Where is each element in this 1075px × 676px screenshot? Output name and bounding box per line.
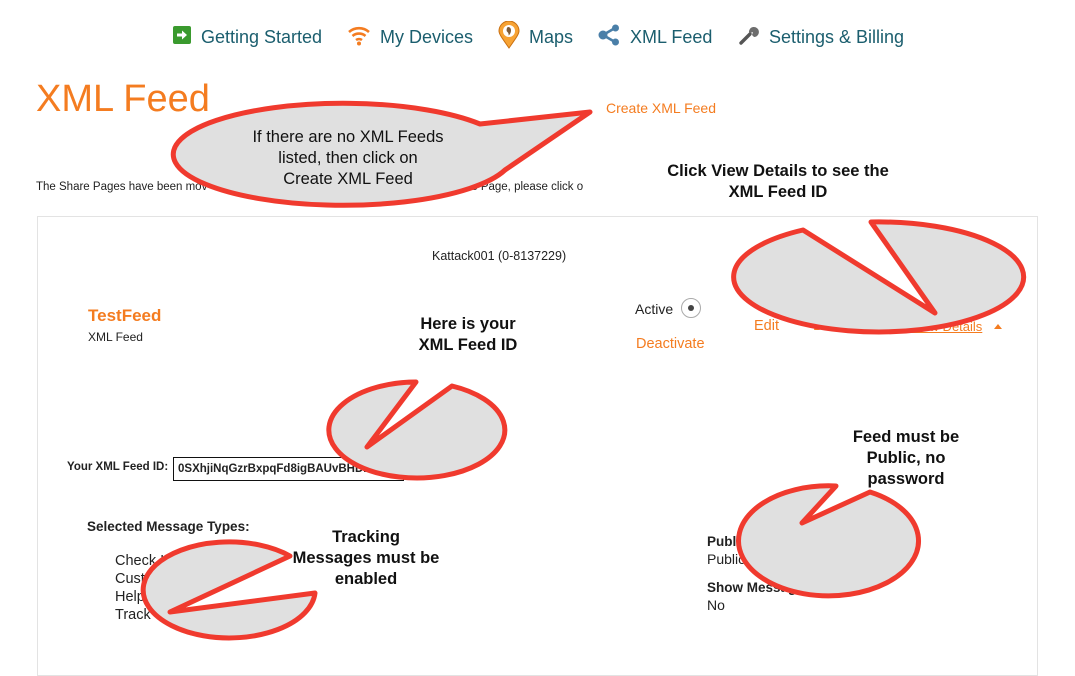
nav-getting-started[interactable]: Getting Started bbox=[172, 22, 322, 52]
feed-id-label: Your XML Feed ID: bbox=[67, 461, 169, 473]
share-pages-notice: The Share Pages have been mov a Share Pag… bbox=[36, 181, 583, 193]
message-type-item: Help bbox=[115, 589, 145, 605]
arrow-right-icon bbox=[172, 25, 192, 50]
feed-name: TestFeed bbox=[88, 306, 162, 325]
view-details-link[interactable]: View Details bbox=[911, 319, 982, 334]
message-type-item: Custom bbox=[115, 571, 165, 587]
nav-my-devices-label: My Devices bbox=[380, 26, 474, 47]
deactivate-link[interactable]: Deactivate bbox=[636, 336, 705, 352]
notice-text-start: The Share Pages have been mov bbox=[36, 181, 208, 193]
show-message-detail-value: No bbox=[707, 597, 725, 613]
top-nav: Getting Started My Devices Maps XML Feed… bbox=[0, 20, 1075, 54]
nav-xml-feed-label: XML Feed bbox=[630, 26, 713, 47]
feed-id-value: 0SXhjiNqGzrBxpqFd8igBAUvBHDIEi0qN bbox=[173, 457, 405, 481]
nav-my-devices[interactable]: My Devices bbox=[347, 22, 473, 52]
feed-type: XML Feed bbox=[88, 330, 143, 344]
nav-maps[interactable]: Maps bbox=[498, 20, 574, 54]
notice-text-end: a Share Page, please click o bbox=[437, 181, 584, 193]
nav-xml-feed[interactable]: XML Feed bbox=[597, 22, 712, 52]
callout-view-details-line: Click View Details to see the bbox=[667, 162, 889, 180]
wifi-signal-icon bbox=[347, 24, 371, 51]
nav-maps-label: Maps bbox=[529, 26, 574, 47]
map-pin-icon bbox=[498, 20, 520, 54]
feed-card bbox=[37, 216, 1038, 676]
message-type-list: Check In Custom Help Track bbox=[115, 552, 172, 624]
callout-no-feeds-line: If there are no XML Feeds bbox=[252, 128, 444, 146]
nav-settings-billing[interactable]: Settings & Billing bbox=[738, 22, 904, 52]
callout-no-feeds-line: listed, then click on bbox=[278, 149, 418, 167]
callout-view-details-line: XML Feed ID bbox=[728, 183, 828, 201]
caret-up-icon[interactable] bbox=[994, 324, 1002, 329]
delete-link[interactable]: Delete bbox=[813, 318, 855, 334]
page-title: XML Feed bbox=[36, 78, 210, 120]
selected-types-heading: Selected Message Types: bbox=[87, 519, 250, 534]
account-label: Kattack001 (0-8137229) bbox=[432, 249, 567, 263]
public-private-label: Public/Private bbox=[707, 534, 797, 549]
nav-getting-started-label: Getting Started bbox=[201, 26, 323, 47]
edit-link[interactable]: Edit bbox=[754, 318, 779, 334]
callout-view-details: Click View Details to see the XML Feed I… bbox=[640, 161, 916, 203]
active-radio[interactable] bbox=[681, 298, 701, 318]
wrench-icon bbox=[738, 24, 760, 51]
status-label: Active bbox=[635, 301, 674, 317]
message-type-item: Track bbox=[115, 607, 151, 623]
message-type-item: Check In bbox=[115, 553, 173, 569]
show-message-detail-label: Show Message Detail bbox=[707, 580, 845, 595]
create-xml-feed-link[interactable]: Create XML Feed bbox=[606, 100, 716, 116]
public-private-value: Public bbox=[707, 551, 746, 567]
share-icon bbox=[597, 24, 621, 51]
nav-settings-billing-label: Settings & Billing bbox=[769, 26, 905, 47]
